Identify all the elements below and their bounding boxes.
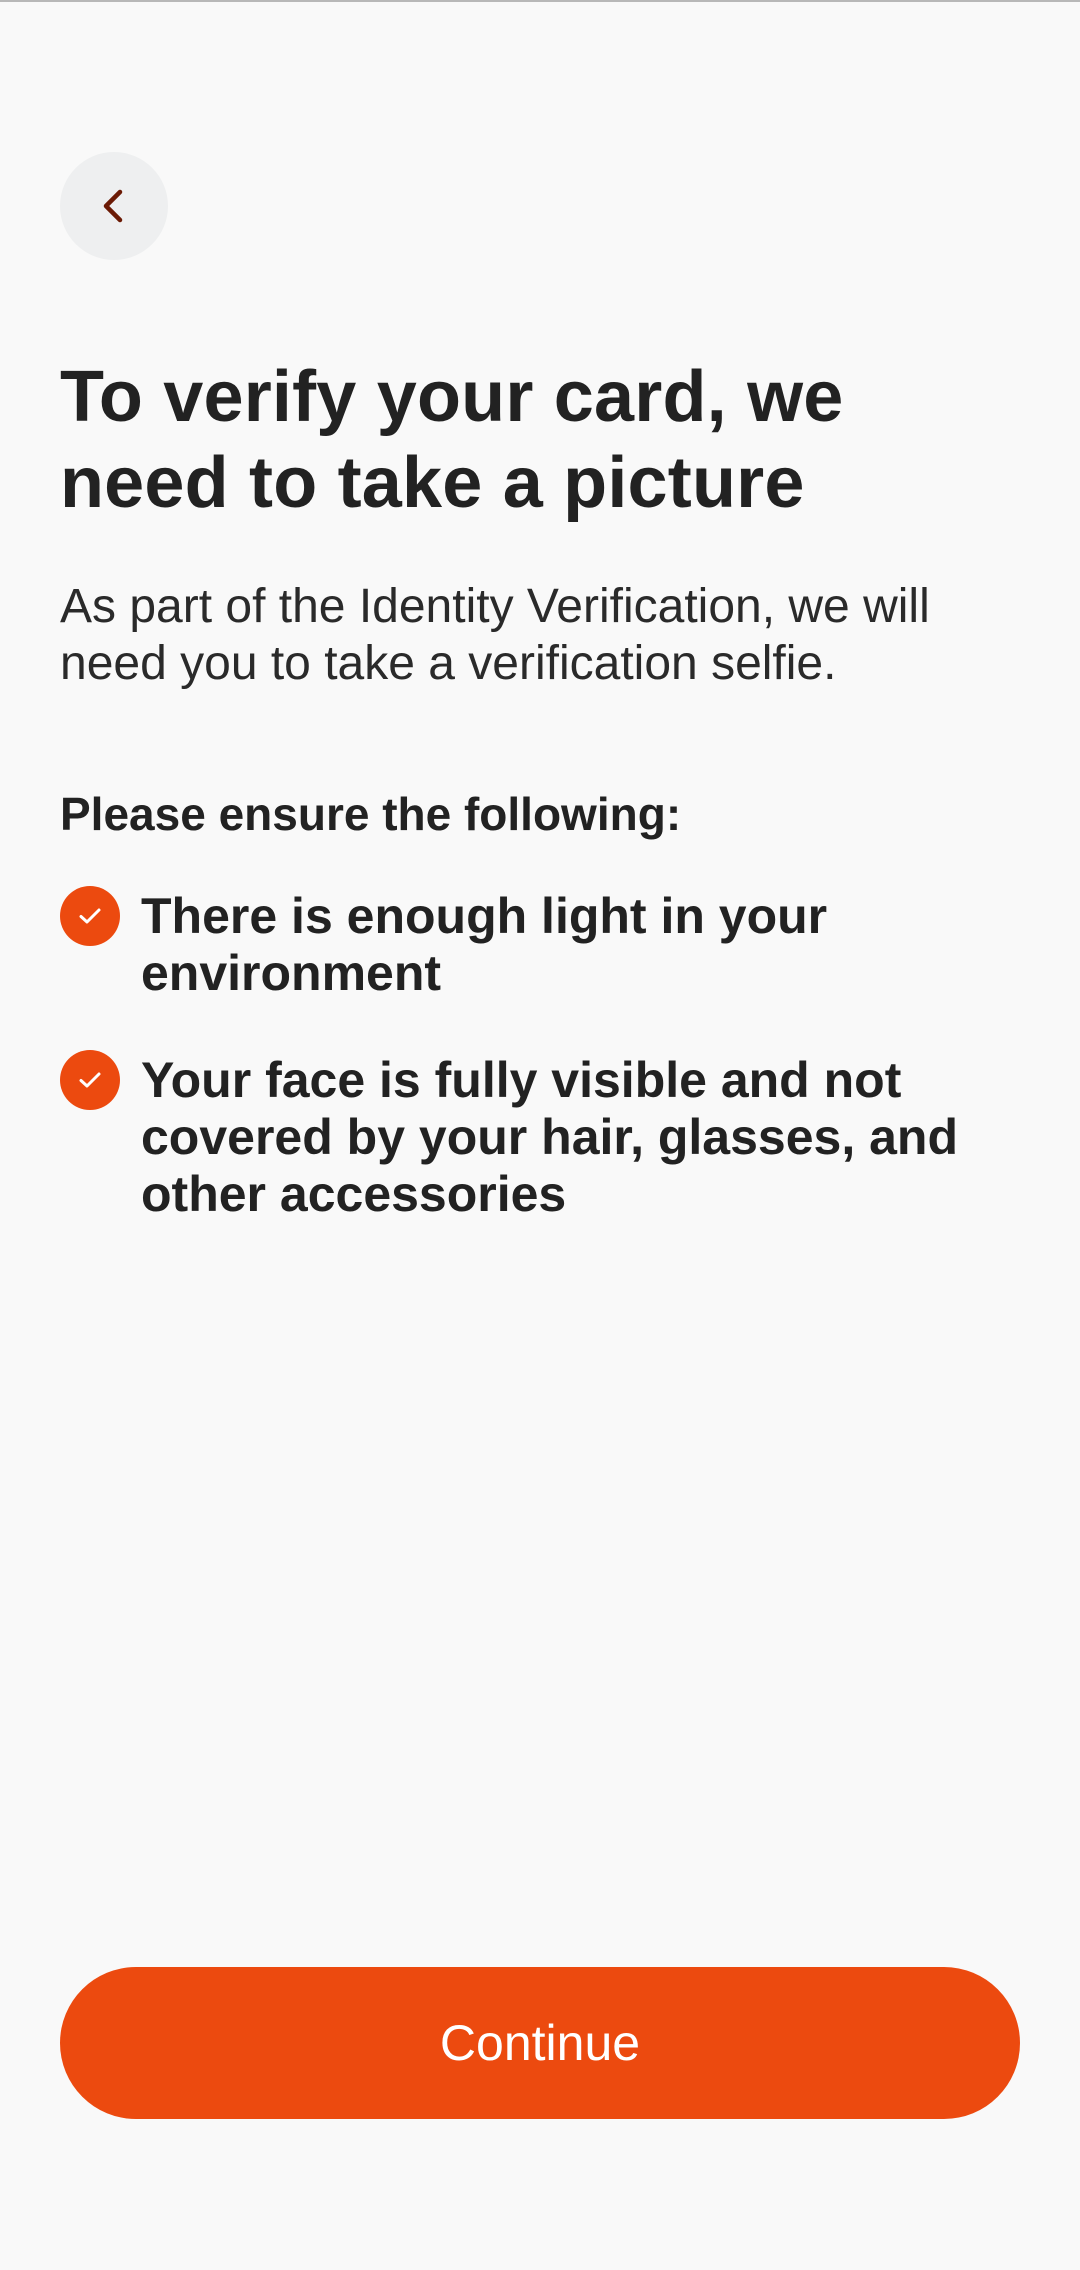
checklist-item: There is enough light in your environmen… — [60, 886, 1020, 1002]
page-description: As part of the Identity Verification, we… — [60, 580, 930, 690]
checklist-heading: Please ensure the following: — [60, 788, 682, 840]
check-circle-icon — [60, 886, 120, 946]
status-divider — [0, 0, 1080, 2]
checklist: There is enough light in your environmen… — [60, 886, 1020, 1271]
checklist-item: Your face is fully visible and not cover… — [60, 1050, 1020, 1223]
check-circle-icon — [60, 1050, 120, 1110]
page-title: To verify your card, we need to take a p… — [60, 357, 844, 523]
chevron-left-icon — [103, 189, 123, 223]
continue-button[interactable]: Continue — [60, 1967, 1020, 2119]
back-button[interactable] — [60, 152, 168, 260]
checklist-item-text: There is enough light in your environmen… — [141, 888, 828, 1001]
checklist-item-text: Your face is fully visible and not cover… — [141, 1052, 959, 1222]
